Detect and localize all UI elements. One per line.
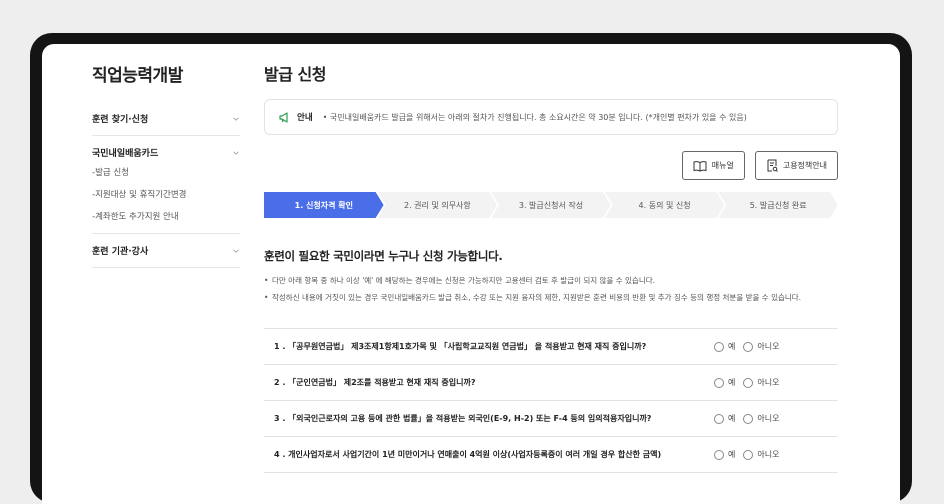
step-3: 3. 발급신청서 작성 bbox=[491, 192, 611, 218]
sidebar-item-eligibility[interactable]: -지원대상 및 휴직기간변경 bbox=[92, 189, 240, 201]
option-yes[interactable]: 예 bbox=[714, 341, 735, 352]
policy-guide-button[interactable]: 고용정책안내 bbox=[754, 151, 838, 180]
action-buttons: 매뉴얼 고용정책안내 bbox=[264, 151, 838, 180]
sidebar-group-training-search[interactable]: 훈련 찾기·신청 bbox=[92, 102, 240, 136]
document-search-icon bbox=[767, 159, 778, 172]
sidebar-group-label: 국민내일배움카드 bbox=[92, 149, 159, 159]
manual-button-label: 매뉴얼 bbox=[711, 161, 734, 170]
bullet-item: 작성하신 내용에 거짓이 있는 경우 국민내일배움카드 발급 취소, 수강 또는… bbox=[264, 289, 838, 306]
option-no[interactable]: 아니오 bbox=[743, 413, 779, 424]
radio-icon[interactable] bbox=[714, 449, 724, 460]
option-yes[interactable]: 예 bbox=[714, 449, 735, 460]
option-yes-label: 예 bbox=[728, 450, 736, 459]
notice-bullets: 다만 아래 항목 중 하나 이상 '예' 에 해당하는 경우에는 신청은 가능하… bbox=[264, 272, 838, 306]
chevron-down-icon bbox=[233, 117, 239, 121]
sidebar: 직업능력개발 훈련 찾기·신청 국민내일배움카드 -발급 신청 -지원대상 및 … bbox=[92, 61, 240, 268]
sidebar-item-apply[interactable]: -발급 신청 bbox=[92, 167, 240, 179]
radio-icon[interactable] bbox=[743, 377, 754, 388]
question-row-3: 3 . 「외국인근로자의 고용 등에 관한 법률」을 적용받는 외국인(E-9,… bbox=[264, 401, 838, 437]
chevron-down-icon bbox=[233, 151, 239, 155]
question-list: 1 . 「공무원연금법」 제3조제1항제1호가목 및 「사립학교교직원 연금법」… bbox=[264, 328, 838, 473]
notice-text: • 국민내일배움카드 발급을 위해서는 아래의 절차가 진행됩니다. 총 소요시… bbox=[322, 112, 747, 122]
page-title: 발급 신청 bbox=[264, 65, 326, 84]
option-no-label: 아니오 bbox=[757, 450, 780, 459]
sidebar-group-institutions[interactable]: 훈련 기관·강사 bbox=[92, 234, 240, 268]
question-row-1: 1 . 「공무원연금법」 제3조제1항제1호가목 및 「사립학교교직원 연금법」… bbox=[264, 329, 838, 365]
book-icon bbox=[693, 160, 707, 172]
sidebar-group-card[interactable]: 국민내일배움카드 -발급 신청 -지원대상 및 휴직기간변경 -계좌한도 추가지… bbox=[92, 136, 240, 234]
step-5: 5. 발급신청 완료 bbox=[718, 192, 838, 218]
notice-box: 안내 • 국민내일배움카드 발급을 위해서는 아래의 절차가 진행됩니다. 총 … bbox=[264, 99, 838, 135]
main-content: 발급 신청 안내 • 국민내일배움카드 발급을 위해서는 아래의 절차가 진행됩… bbox=[264, 61, 838, 473]
option-no[interactable]: 아니오 bbox=[743, 449, 779, 460]
chevron-down-icon bbox=[233, 249, 239, 253]
option-yes-label: 예 bbox=[728, 342, 736, 351]
bullet-item: 다만 아래 항목 중 하나 이상 '예' 에 해당하는 경우에는 신청은 가능하… bbox=[264, 272, 838, 289]
option-no[interactable]: 아니오 bbox=[743, 341, 779, 352]
manual-button[interactable]: 매뉴얼 bbox=[681, 151, 745, 180]
step-1: 1. 신청자격 확인 bbox=[264, 192, 384, 218]
option-yes-label: 예 bbox=[728, 414, 736, 423]
question-text: 1 . 「공무원연금법」 제3조제1항제1호가목 및 「사립학교교직원 연금법」… bbox=[274, 342, 647, 351]
sidebar-item-limit[interactable]: -계좌한도 추가지원 안내 bbox=[92, 211, 240, 223]
question-row-2: 2 . 「군인연금법」 제2조를 적용받고 현재 재직 중입니까? 예 아니오 bbox=[264, 365, 838, 401]
megaphone-icon bbox=[279, 111, 288, 123]
step-2: 2. 권리 및 의무사항 bbox=[378, 192, 498, 218]
question-text: 2 . 「군인연금법」 제2조를 적용받고 현재 재직 중입니까? bbox=[274, 378, 476, 387]
option-no[interactable]: 아니오 bbox=[743, 377, 779, 388]
step-progress: 1. 신청자격 확인 2. 권리 및 의무사항 3. 발급신청서 작성 4. 동… bbox=[264, 192, 838, 218]
option-no-label: 아니오 bbox=[757, 378, 780, 387]
sidebar-group-label: 훈련 기관·강사 bbox=[92, 247, 149, 257]
radio-icon[interactable] bbox=[743, 413, 754, 424]
radio-icon[interactable] bbox=[743, 449, 754, 460]
radio-icon[interactable] bbox=[743, 341, 754, 352]
screen: 직업능력개발 훈련 찾기·신청 국민내일배움카드 -발급 신청 -지원대상 및 … bbox=[42, 44, 900, 504]
policy-guide-button-label: 고용정책안내 bbox=[782, 161, 827, 170]
option-yes[interactable]: 예 bbox=[714, 377, 735, 388]
notice-label: 안내 bbox=[297, 113, 313, 123]
step-4: 4. 동의 및 신청 bbox=[605, 192, 725, 218]
option-no-label: 아니오 bbox=[757, 414, 780, 423]
radio-icon[interactable] bbox=[714, 413, 724, 424]
question-row-4: 4 . 개인사업자로서 사업기간이 1년 미만이거나 연매출이 4억원 이상(사… bbox=[264, 437, 838, 473]
question-text: 4 . 개인사업자로서 사업기간이 1년 미만이거나 연매출이 4억원 이상(사… bbox=[274, 450, 662, 459]
question-text: 3 . 「외국인근로자의 고용 등에 관한 법률」을 적용받는 외국인(E-9,… bbox=[274, 414, 652, 423]
option-yes[interactable]: 예 bbox=[714, 413, 735, 424]
sidebar-group-label: 훈련 찾기·신청 bbox=[92, 115, 149, 125]
option-yes-label: 예 bbox=[728, 378, 736, 387]
radio-icon[interactable] bbox=[714, 341, 724, 352]
option-no-label: 아니오 bbox=[757, 342, 780, 351]
sidebar-title: 직업능력개발 bbox=[92, 66, 183, 86]
radio-icon[interactable] bbox=[714, 377, 724, 388]
section-title: 훈련이 필요한 국민이라면 누구나 신청 가능합니다. bbox=[264, 249, 503, 263]
